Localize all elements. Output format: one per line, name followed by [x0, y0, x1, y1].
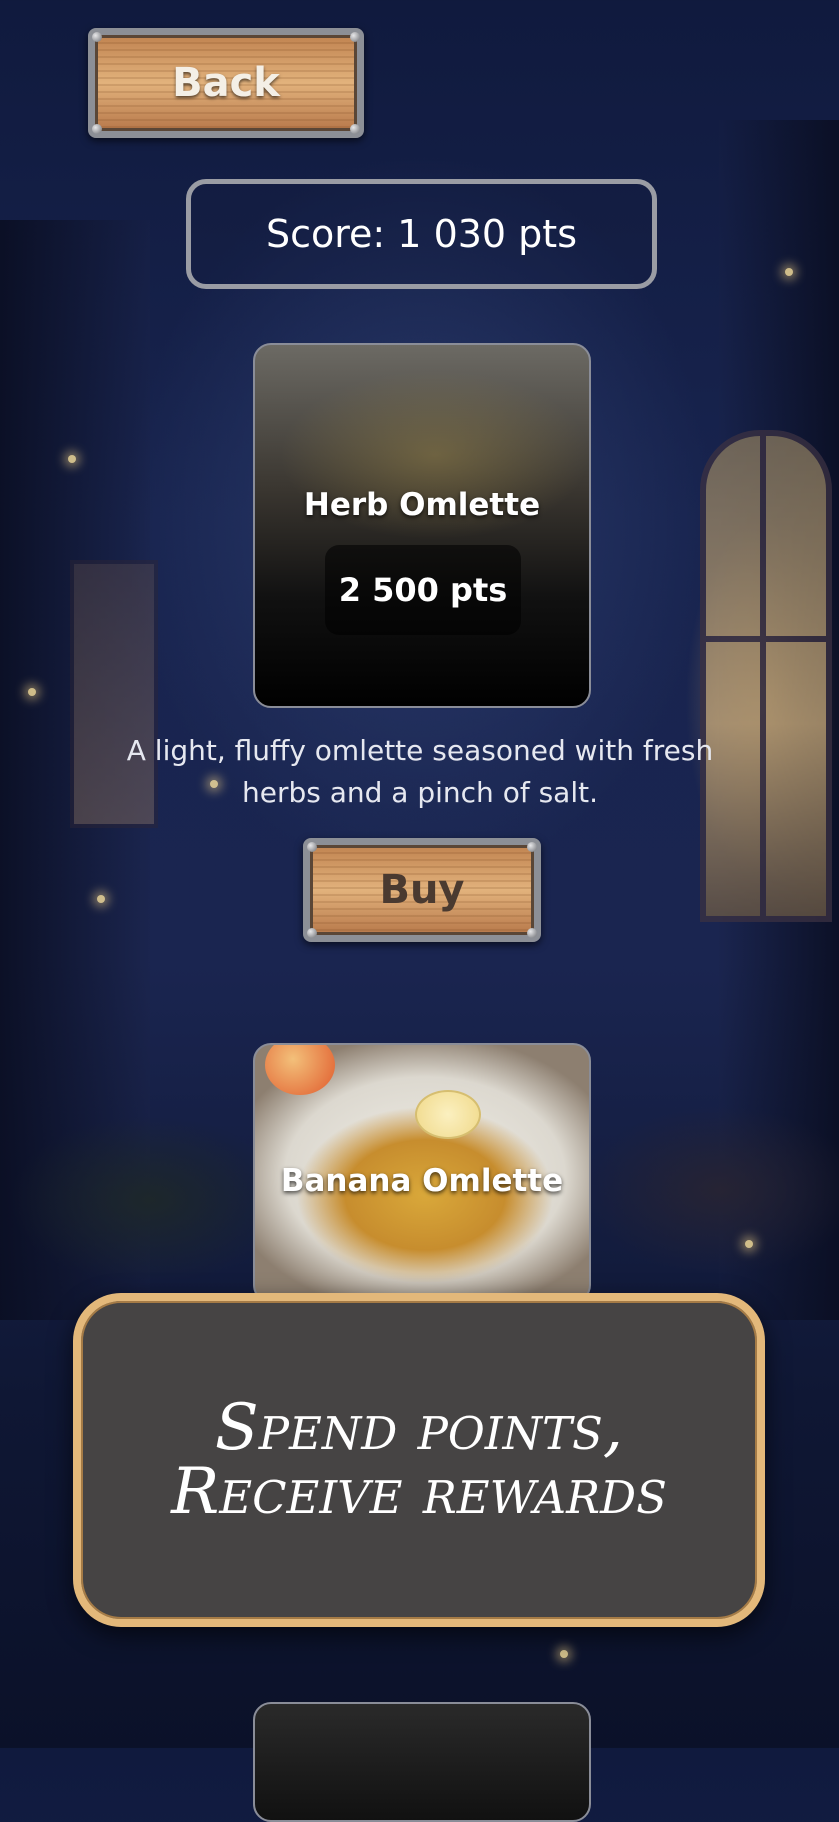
- apple-image: [265, 1045, 335, 1095]
- rivet: [527, 842, 537, 852]
- rivet: [350, 124, 360, 134]
- rivet: [350, 32, 360, 42]
- item-card-banana-omlette[interactable]: Banana Omlette: [253, 1043, 591, 1303]
- item-card-herb-omlette[interactable]: Herb Omlette 2 500 pts: [253, 343, 591, 708]
- firefly: [97, 895, 105, 903]
- firefly: [68, 455, 76, 463]
- back-button-label: Back: [172, 60, 280, 106]
- item-price: 2 500 pts: [325, 545, 521, 635]
- banner-line-2: Receive rewards: [171, 1455, 667, 1529]
- rivet: [527, 928, 537, 938]
- rivet: [92, 124, 102, 134]
- rivet: [307, 842, 317, 852]
- item-description: A light, fluffy omlette seasoned with fr…: [126, 734, 714, 809]
- right-window: [700, 430, 832, 922]
- banana-slice-image: [415, 1090, 481, 1139]
- right-curtain: [719, 120, 839, 1320]
- score-display: Score: 1 030 pts: [186, 179, 657, 289]
- firefly: [745, 1240, 753, 1248]
- firefly: [28, 688, 36, 696]
- item-title: Herb Omlette: [303, 487, 541, 523]
- score-text: Score: 1 030 pts: [266, 212, 577, 256]
- banner-line-1: Spend points,: [214, 1391, 624, 1465]
- firefly: [560, 1650, 568, 1658]
- item-card-next[interactable]: [253, 1702, 591, 1822]
- buy-button[interactable]: Buy: [303, 838, 541, 942]
- promo-banner: Spend points, Receive rewards: [73, 1293, 765, 1627]
- back-button[interactable]: Back: [88, 28, 364, 138]
- item-title: Banana Omlette: [280, 1163, 564, 1199]
- firefly: [785, 268, 793, 276]
- rivet: [92, 32, 102, 42]
- rivet: [307, 928, 317, 938]
- buy-button-label: Buy: [379, 867, 465, 913]
